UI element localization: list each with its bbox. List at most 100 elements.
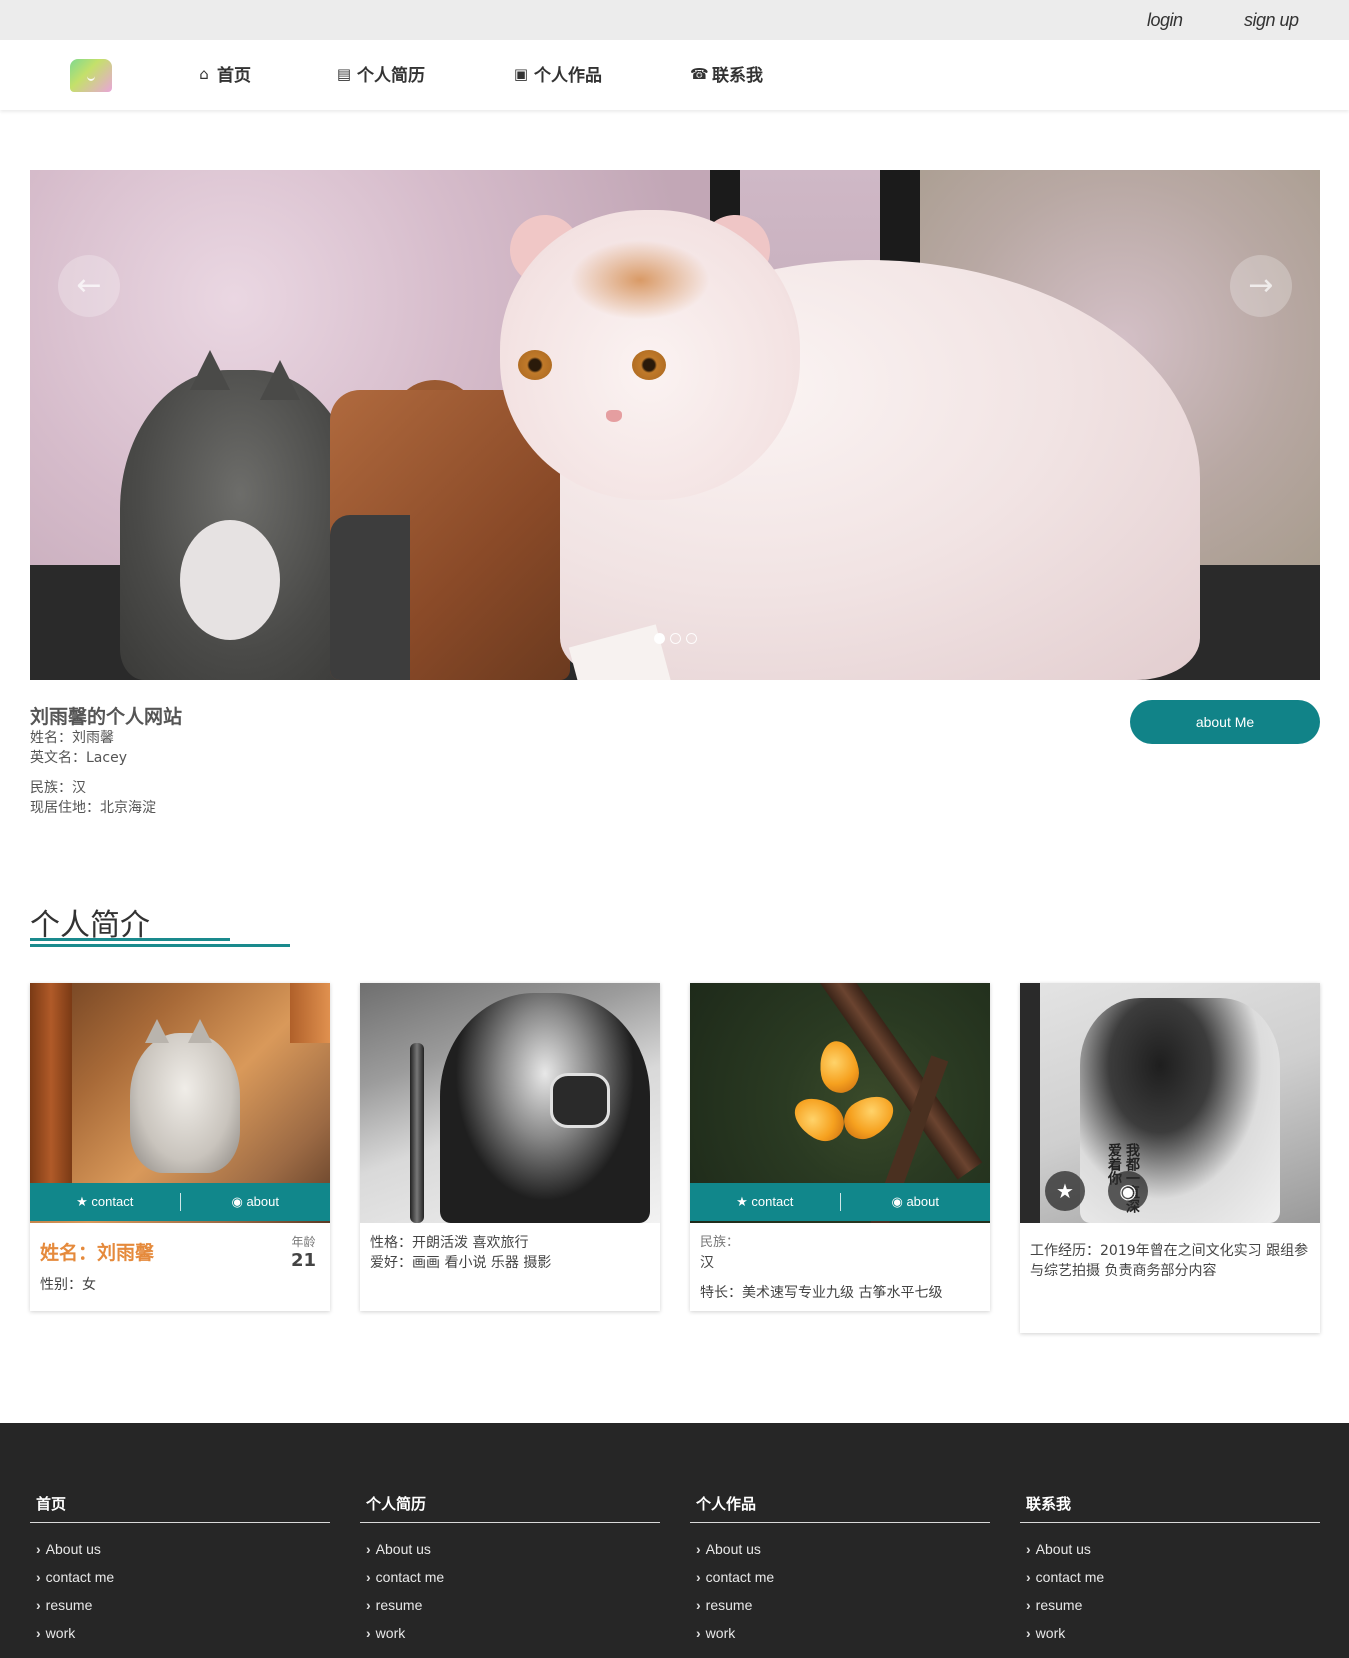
phone-icon: ☎ bbox=[690, 64, 709, 83]
about-label: about bbox=[906, 1194, 939, 1209]
info-english-name: 英文名：Lacey bbox=[30, 750, 127, 766]
card-name: 姓名：刘雨馨 bbox=[40, 1242, 155, 1264]
nav-item-home[interactable]: ⌂ 首页 bbox=[195, 61, 251, 87]
age-label: 年龄 bbox=[291, 1235, 316, 1249]
chevron-right-icon: › bbox=[36, 1597, 41, 1613]
carousel-dot[interactable] bbox=[686, 633, 697, 644]
footer-link[interactable]: › About us bbox=[30, 1535, 330, 1563]
star-icon: ★ bbox=[1056, 1179, 1074, 1203]
cat-eye bbox=[518, 350, 552, 380]
chevron-right-icon: › bbox=[1026, 1597, 1031, 1613]
card-body: 性格：开朗活泼 喜欢旅行 爱好：画画 看小说 乐器 摄影 bbox=[360, 1223, 660, 1283]
login-link[interactable]: login bbox=[1147, 10, 1183, 31]
chevron-right-icon: › bbox=[366, 1597, 371, 1613]
footer-link[interactable]: › About us bbox=[1020, 1535, 1320, 1563]
about-button[interactable]: ◉ about bbox=[181, 1194, 331, 1210]
footer-link[interactable]: › resume bbox=[1020, 1591, 1320, 1619]
nav-item-label: 首页 bbox=[217, 66, 251, 86]
about-button[interactable]: ◉ about bbox=[841, 1194, 991, 1210]
nav-item-label: 联系我 bbox=[712, 66, 763, 86]
carousel-next-button[interactable]: → bbox=[1230, 255, 1292, 317]
home-icon: ⌂ bbox=[199, 64, 209, 83]
picture-icon: ▣ bbox=[513, 64, 529, 83]
footer-link[interactable]: › work bbox=[1020, 1619, 1320, 1647]
chevron-right-icon: › bbox=[1026, 1625, 1031, 1641]
arrow-right-icon: → bbox=[1248, 268, 1274, 303]
white-cat-patch bbox=[570, 240, 710, 320]
footer-column-title: 个人简历 bbox=[360, 1493, 660, 1523]
footer-column-title: 个人作品 bbox=[690, 1493, 990, 1523]
chevron-right-icon: › bbox=[366, 1569, 371, 1585]
main-navbar: ⌂ 首页 ▤ 个人简历 ▣ 个人作品 ☎ 联系我 bbox=[0, 40, 1349, 110]
contact-button[interactable]: ★ contact bbox=[690, 1194, 840, 1210]
card-gender: 性别：女 bbox=[40, 1277, 96, 1293]
footer-link[interactable]: › resume bbox=[360, 1591, 660, 1619]
card-photo-sketch bbox=[360, 983, 660, 1223]
info-residence: 现居住地：北京海淀 bbox=[30, 800, 156, 816]
top-bar: login sign up bbox=[0, 0, 1349, 40]
carousel-indicators bbox=[654, 633, 697, 644]
card-personality: 性格：开朗活泼 喜欢旅行 bbox=[370, 1235, 529, 1251]
site-logo[interactable] bbox=[70, 59, 112, 92]
chevron-right-icon: › bbox=[36, 1625, 41, 1641]
footer-column-title: 联系我 bbox=[1020, 1493, 1320, 1523]
footer-link[interactable]: › work bbox=[30, 1619, 330, 1647]
card-actions: ★ contact ◉ about bbox=[30, 1183, 330, 1221]
footer-link[interactable]: › contact me bbox=[360, 1563, 660, 1591]
nav-item-works[interactable]: ▣ 个人作品 bbox=[512, 61, 602, 87]
footer-link[interactable]: › About us bbox=[690, 1535, 990, 1563]
arrow-left-icon: ← bbox=[76, 268, 102, 303]
footer-column: 个人作品 › About us › contact me › resume › work bbox=[690, 1493, 990, 1647]
carousel-dot[interactable] bbox=[670, 633, 681, 644]
contact-button[interactable]: ★ contact bbox=[30, 1194, 180, 1210]
info-name: 姓名：刘雨馨 bbox=[30, 730, 114, 746]
footer-link[interactable]: › resume bbox=[690, 1591, 990, 1619]
profile-card: ★ contact ◉ about 民族： 汉 特长：美术速写专业九级 古筝水平… bbox=[690, 983, 990, 1311]
info-ethnicity: 民族：汉 bbox=[30, 780, 86, 796]
footer-column: 个人简历 › About us › contact me › resume › work bbox=[360, 1493, 660, 1647]
carousel-dot[interactable] bbox=[654, 633, 665, 644]
contact-label: contact bbox=[751, 1194, 794, 1209]
card-body: 姓名：刘雨馨 性别：女 bbox=[30, 1223, 330, 1305]
chevron-right-icon: › bbox=[696, 1569, 701, 1585]
card-photo-cat: ★ contact ◉ about bbox=[30, 983, 330, 1223]
footer-link[interactable]: › contact me bbox=[690, 1563, 990, 1591]
cat-eye bbox=[632, 350, 666, 380]
nav-item-label: 个人作品 bbox=[534, 66, 602, 86]
card-work-experience: 工作经历：2019年曾在之间文化实习 跟组参与综艺拍摄 负责商务部分内容 bbox=[1030, 1243, 1309, 1279]
chevron-right-icon: › bbox=[696, 1625, 701, 1641]
footer-link[interactable]: › contact me bbox=[30, 1563, 330, 1591]
star-button[interactable]: ★ bbox=[1045, 1171, 1085, 1211]
profile-card: 性格：开朗活泼 喜欢旅行 爱好：画画 看小说 乐器 摄影 bbox=[360, 983, 660, 1311]
view-button[interactable]: ◉ bbox=[1108, 1171, 1148, 1211]
nav-item-resume[interactable]: ▤ 个人简历 bbox=[335, 61, 425, 87]
card-photo-leaf: ★ contact ◉ about bbox=[690, 983, 990, 1223]
footer-column: 首页 › About us › contact me › resume › work bbox=[30, 1493, 330, 1647]
list-icon: ▤ bbox=[336, 64, 352, 83]
footer-link[interactable]: › About us bbox=[360, 1535, 660, 1563]
footer-column-title: 首页 bbox=[30, 1493, 330, 1523]
section-underline bbox=[30, 944, 290, 947]
signup-link[interactable]: sign up bbox=[1244, 10, 1299, 31]
footer-link[interactable]: › work bbox=[690, 1619, 990, 1647]
about-me-button[interactable]: about Me bbox=[1130, 700, 1320, 744]
card-skills: 特长：美术速写专业九级 古筝水平七级 bbox=[700, 1285, 943, 1301]
profile-card: ★ contact ◉ about 年龄 21 姓名：刘雨馨 性别：女 bbox=[30, 983, 330, 1311]
chevron-right-icon: › bbox=[366, 1541, 371, 1557]
site-title: 刘雨馨的个人网站 bbox=[30, 706, 183, 728]
chevron-right-icon: › bbox=[1026, 1569, 1031, 1585]
card-actions: ★ contact ◉ about bbox=[690, 1183, 990, 1221]
footer-link[interactable]: › contact me bbox=[1020, 1563, 1320, 1591]
footer-column: 联系我 › About us › contact me › resume › work bbox=[1020, 1493, 1320, 1647]
carousel-prev-button[interactable]: ← bbox=[58, 255, 120, 317]
footer-link[interactable]: › work bbox=[360, 1619, 660, 1647]
chevron-right-icon: › bbox=[1026, 1541, 1031, 1557]
chevron-right-icon: › bbox=[696, 1597, 701, 1613]
nav-item-contact[interactable]: ☎ 联系我 bbox=[690, 61, 763, 87]
chevron-right-icon: › bbox=[696, 1541, 701, 1557]
footer-link[interactable]: › resume bbox=[30, 1591, 330, 1619]
section-underline bbox=[30, 938, 230, 941]
card-hobbies: 爱好：画画 看小说 乐器 摄影 bbox=[370, 1255, 552, 1271]
card-ethnicity-value: 汉 bbox=[700, 1255, 714, 1271]
age-value: 21 bbox=[290, 1250, 316, 1271]
